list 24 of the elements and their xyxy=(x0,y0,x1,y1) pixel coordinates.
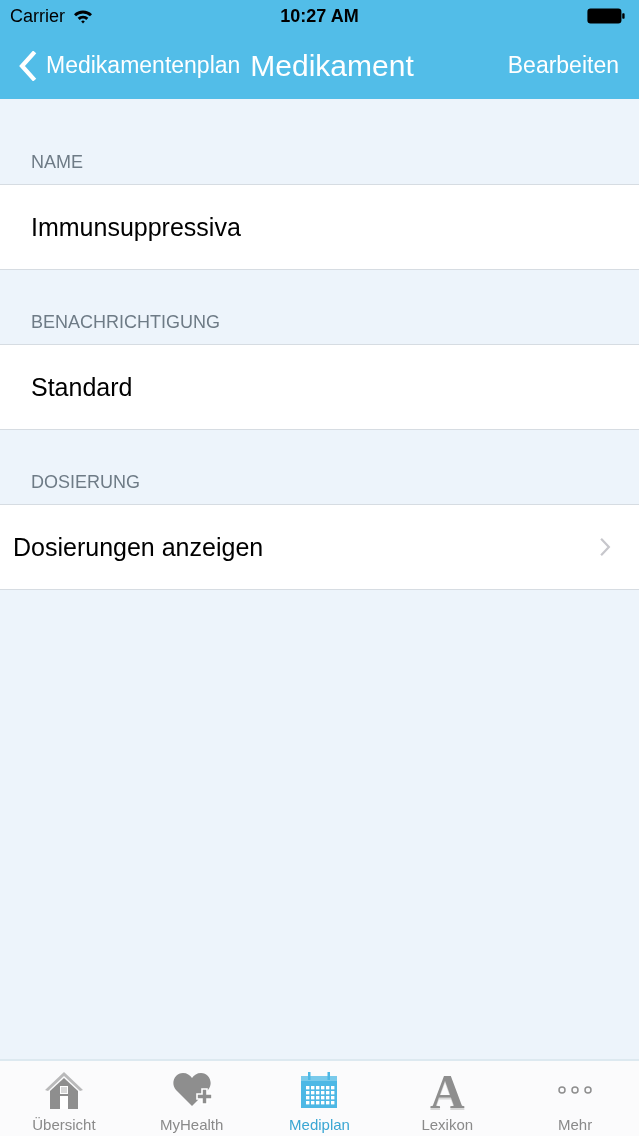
tab-item[interactable]: MyHealth xyxy=(127,1061,256,1136)
tab-item[interactable]: Mehr xyxy=(511,1061,639,1136)
wifi-icon xyxy=(73,8,93,24)
disclosure-row[interactable]: Dosierungen anzeigen xyxy=(0,504,639,590)
table-cell: Standard xyxy=(0,344,639,430)
chevron-right-icon xyxy=(599,537,611,557)
nav-title: Medikament xyxy=(250,48,414,83)
tab-item[interactable]: Mediplan xyxy=(255,1061,384,1136)
table-cell: Immunsuppressiva xyxy=(0,184,639,270)
battery-icon xyxy=(587,8,625,24)
more-icon xyxy=(558,1085,593,1095)
status-time: 10:27 AM xyxy=(280,5,359,27)
carrier-name: Carrier xyxy=(10,6,65,27)
section-header: NAME xyxy=(31,152,83,173)
section-header: BENACHRICHTIGUNG xyxy=(31,312,220,333)
tab-item[interactable]: A Lexikon xyxy=(383,1061,512,1136)
back-button[interactable]: Medikamentenplan xyxy=(17,45,241,86)
house-icon xyxy=(43,1070,84,1110)
edit-button[interactable]: Bearbeiten xyxy=(507,52,619,79)
chevron-left-icon xyxy=(17,50,37,81)
letter-icon: A xyxy=(429,1070,465,1114)
section-header: DOSIERUNG xyxy=(31,472,140,493)
tab-item[interactable]: Übersicht xyxy=(0,1061,128,1136)
calendar-icon xyxy=(299,1070,340,1110)
